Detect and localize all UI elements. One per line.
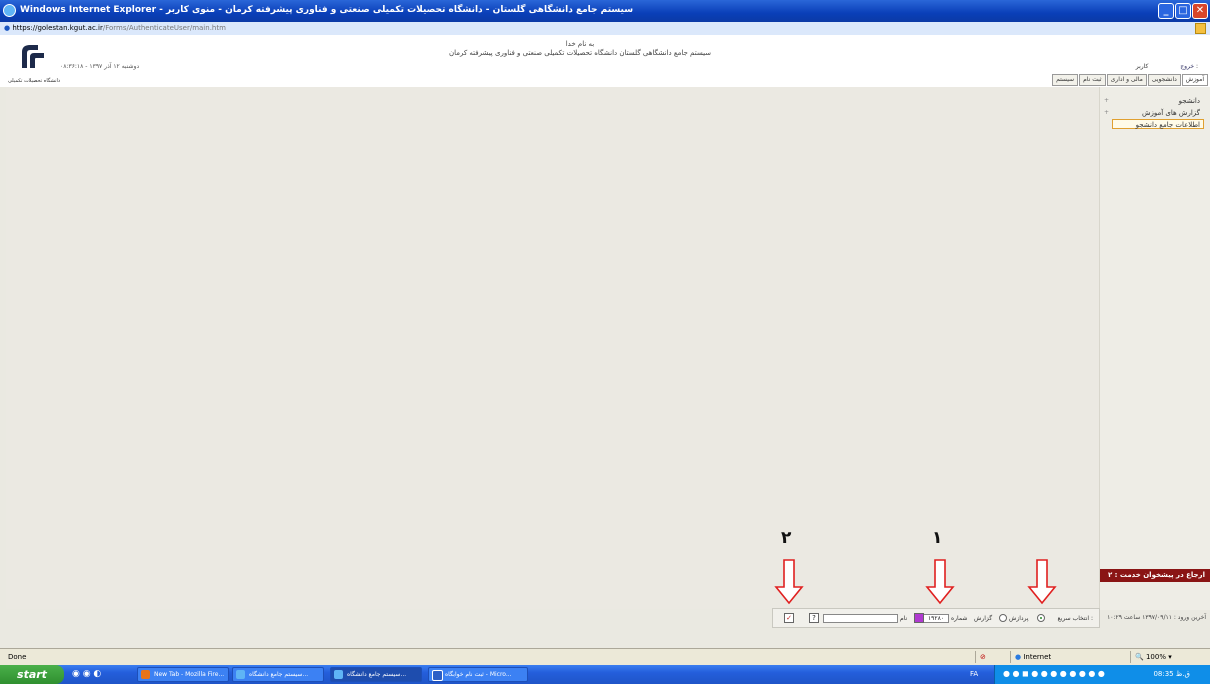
system-name: سیستم جامع دانشگاهی گلستان دانشگاه تحصیل… [448,49,712,57]
ie-icon [236,670,245,679]
status-cell: ⊘ [975,651,1010,663]
task-label: سیستم جامع دانشگاه... [249,671,309,678]
sidebar-item-selected[interactable]: اطلاعات جامع دانشجو [1112,119,1204,129]
blocked-icon[interactable]: ⊘ [980,653,986,661]
minimize-button[interactable]: _ [1158,3,1174,19]
start-button[interactable]: start [0,665,64,684]
lock-icon[interactable] [1195,23,1206,34]
url-path: /Forms/AuthenticateUser/main.htm [102,24,226,32]
zoom-level: 100% [1145,653,1166,661]
name-input[interactable] [823,614,898,623]
task-label: ثبت نام خوابگاه - Micro... [445,671,512,678]
zoom-cell[interactable]: 🔍 100% ▾ [1130,651,1205,663]
report-radio[interactable] [999,614,1007,622]
process-radio[interactable] [1037,614,1045,622]
tab-student[interactable]: دانشجویی [1147,74,1181,86]
quick-launch[interactable]: ◉ ◉ ◐ [72,669,101,679]
annotation-label-1: ۱ [932,528,943,548]
annotation-arrow-icon [774,559,804,605]
main-tabs: آموزش دانشجویی مالی و اداری ثبت نام سیست… [1052,74,1208,86]
zone-text: Internet [1023,653,1052,661]
annotation-arrow-icon [1027,559,1057,605]
tray-icons[interactable]: ● ● ◼ ● ● ● ● ● ● ● ● [1003,669,1105,678]
bismillah-text: به نام خدا [565,40,595,48]
tab-education[interactable]: آموزش [1181,74,1208,86]
quick-select-bar: انتخاب سریع : پردازش گزارش شماره ۱۹۲۸۰ ن… [772,608,1100,628]
expand-icon[interactable]: + [1104,97,1109,104]
system-tray: FA ● ● ◼ ● ● ● ● ● ● ● ● 08:35 ق.ظ [970,665,1210,684]
header-title: به نام خدا سیستم جامع دانشگاهی گلستان دا… [380,40,780,58]
current-date: دوشنبه ۱۲ آذر ۱۳۹۷ - ۰۸:۳۶:۱۸ [60,63,140,70]
address-bar[interactable]: ● https://golestan.kgut.ac.ir/Forms/Auth… [0,22,1210,36]
confirm-checkbox[interactable]: ✓ [784,613,794,623]
sidebar-item-reports[interactable]: گزارش های آموزش [1142,109,1200,117]
quick-select-label: انتخاب سریع : [1057,615,1093,622]
close-button[interactable]: ✕ [1192,3,1208,19]
firefox-icon [141,670,150,679]
report-radio-label: گزارش [974,615,993,622]
task-ie-1[interactable]: سیستم جامع دانشگاه... [232,667,324,682]
sidebar-item-student[interactable]: دانشجو [1179,97,1200,105]
window-title: Windows Internet Explorer - سیستم جامع د… [20,5,634,15]
url-text[interactable]: ● https://golestan.kgut.ac.ir/Forms/Auth… [4,24,226,32]
process-radio-label: پردازش [1009,615,1029,622]
taskbar: start ◉ ◉ ◐ New Tab - Mozilla Fire... سی… [0,665,1210,684]
maximize-button[interactable]: □ [1175,3,1191,19]
tab-finance[interactable]: مالی و اداری [1106,74,1147,86]
name-label: نام [900,615,908,622]
user-info: خروج کاربر : [1106,63,1198,70]
tab-system[interactable]: سیستم [1052,74,1079,86]
task-firefox[interactable]: New Tab - Mozilla Fire... [137,667,229,682]
url-prefix: https:// [12,24,38,32]
task-word[interactable]: ثبت نام خوابگاه - Micro... [428,667,528,682]
zone-cell: ● Internet [1010,651,1090,663]
university-logo [22,45,44,68]
globe-icon: ● [1015,653,1022,661]
annotation-label-2: ۲ [781,528,792,548]
language-indicator[interactable]: FA [970,670,978,678]
tab-registration[interactable]: ثبت نام [1079,74,1106,86]
internet-explorer-icon [3,4,16,17]
browser-status-bar: Done ⊘ ● Internet 🔍 100% ▾ [0,648,1210,666]
status-text: Done [8,653,27,661]
logout-link[interactable]: خروج [1180,63,1194,70]
lookup-icon[interactable] [914,613,924,623]
number-input[interactable]: ۱۹۲۸۰ [923,614,949,623]
task-label: New Tab - Mozilla Fire... [154,671,225,678]
task-label: سیستم جامع دانشگاه... [347,671,407,678]
clock[interactable]: 08:35 ق.ظ [1153,670,1190,678]
sidebar-menu: دانشجو + گزارش های آموزش + [1100,87,1210,610]
logo-caption: دانشگاه تحصیلات تکمیلی [8,78,61,84]
window-title-bar[interactable]: Windows Internet Explorer - سیستم جامع د… [0,0,1210,22]
annotation-arrow-icon [925,559,955,605]
zoom-icon: 🔍 [1135,653,1144,661]
expand-icon[interactable]: + [1104,109,1109,116]
number-label: شماره [951,615,968,622]
ie-icon [334,670,343,679]
service-counter-link[interactable]: ارجاع در پیشخوان خدمت : ۲ [1100,569,1210,582]
help-button[interactable]: ? [809,613,819,623]
url-domain: golestan.kgut.ac.ir [37,24,103,32]
chevron-down-icon[interactable]: ▾ [1168,653,1172,661]
last-login-text: آخرین ورود : ۱۳۹۷/۰۹/۱۱ ساعت ۱۰:۲۹ [1107,614,1206,621]
word-icon [432,670,443,681]
task-ie-2[interactable]: سیستم جامع دانشگاه... [330,667,422,682]
